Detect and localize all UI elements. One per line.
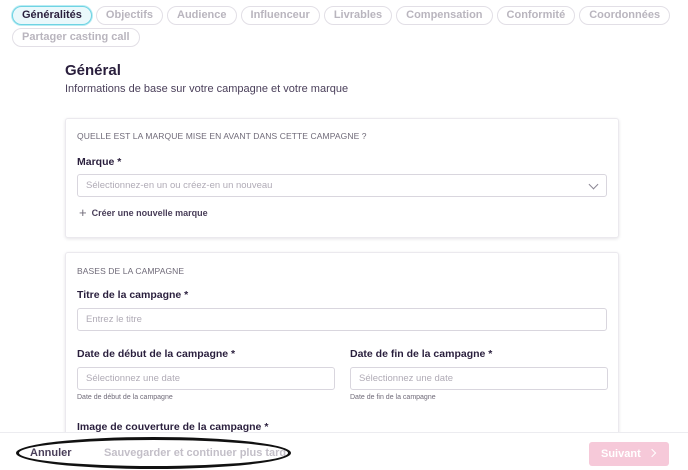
tab-coordonnees[interactable]: Coordonnées [579, 6, 671, 25]
tab-compensation[interactable]: Compensation [396, 6, 493, 25]
chevron-down-icon [588, 179, 599, 190]
campaign-title-label: Titre de la campagne * [77, 289, 189, 301]
campaign-title-input[interactable]: Entrez le titre [77, 308, 607, 331]
section-header: Général Informations de base sur votre c… [65, 62, 348, 95]
end-date-placeholder: Sélectionnez une date [359, 373, 454, 384]
next-button-label: Suivant [601, 448, 641, 460]
brand-select[interactable]: Sélectionnez-en un ou créez-en un nouvea… [77, 174, 607, 197]
start-date-input[interactable]: Sélectionnez une date [77, 367, 335, 390]
brand-card: QUELLE EST LA MARQUE MISE EN AVANT DANS … [65, 118, 619, 238]
tab-livrables[interactable]: Livrables [323, 6, 393, 25]
end-date-label: Date de fin de la campagne * [350, 348, 493, 360]
end-date-hint: Date de fin de la campagne [350, 394, 436, 401]
page-subtitle: Informations de base sur votre campagne … [65, 83, 349, 95]
create-brand-link[interactable]: + Créer une nouvelle marque [79, 205, 208, 220]
campaign-card-caption: BASES DE LA CAMPAGNE [77, 266, 185, 276]
tab-objectifs[interactable]: Objectifs [95, 6, 163, 25]
footer-bar: Annuler Sauvegarder et continuer plus ta… [0, 432, 688, 470]
tab-audience[interactable]: Audience [167, 6, 237, 25]
tab-influenceur[interactable]: Influenceur [240, 6, 320, 25]
page-title: Général [65, 62, 121, 79]
brand-card-caption: QUELLE EST LA MARQUE MISE EN AVANT DANS … [77, 131, 367, 141]
create-brand-label: Créer une nouvelle marque [91, 208, 208, 218]
plus-icon: + [79, 205, 87, 220]
tab-conformite[interactable]: Conformité [496, 6, 576, 25]
campaign-basics-card: BASES DE LA CAMPAGNE Titre de la campagn… [65, 252, 619, 442]
chevron-right-icon [647, 448, 657, 458]
start-date-hint: Date de début de la campagne [77, 394, 173, 401]
highlight-ellipse [16, 437, 291, 469]
tab-generalites[interactable]: Généralités [12, 6, 92, 25]
start-date-placeholder: Sélectionnez une date [86, 373, 181, 384]
start-date-label: Date de début de la campagne * [77, 348, 236, 360]
campaign-title-placeholder: Entrez le titre [86, 314, 142, 325]
end-date-input[interactable]: Sélectionnez une date [350, 367, 608, 390]
brand-select-placeholder: Sélectionnez-en un ou créez-en un nouvea… [86, 180, 273, 191]
next-button[interactable]: Suivant [589, 442, 669, 466]
step-tabs: Généralités Objectifs Audience Influence… [12, 6, 676, 47]
brand-label: Marque * [77, 156, 122, 168]
tab-partager-casting-call[interactable]: Partager casting call [12, 28, 140, 47]
